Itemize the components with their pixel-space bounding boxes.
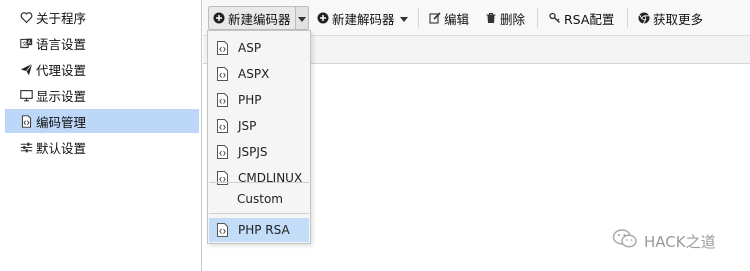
- rsa-config-label: RSA配置: [564, 11, 615, 27]
- sidebar-item-label: 编码管理: [36, 114, 87, 130]
- chrome-icon: [638, 12, 650, 24]
- new-encoder-dropdown-toggle[interactable]: [295, 6, 309, 30]
- delete-label: 删除: [500, 11, 526, 27]
- menu-item-label: ASP: [238, 41, 262, 55]
- sidebar-item-encoding[interactable]: 编码管理: [5, 109, 199, 133]
- language-icon: 文A: [19, 36, 33, 50]
- key-icon: [549, 12, 561, 24]
- file-code-icon: [216, 41, 229, 55]
- edit-icon: [429, 12, 441, 24]
- menu-item-php[interactable]: PHP: [209, 88, 309, 112]
- sidebar-item-defaults[interactable]: 默认设置: [5, 135, 199, 159]
- menu-item-php-rsa[interactable]: PHP RSA: [209, 218, 309, 242]
- sidebar-item-label: 显示设置: [36, 88, 87, 104]
- sidebar-item-language[interactable]: 文A 语言设置: [5, 31, 199, 55]
- menu-item-label: PHP RSA: [238, 223, 290, 237]
- menu-separator: [209, 213, 309, 214]
- caret-down-icon: [298, 11, 306, 25]
- new-decoder-button[interactable]: 新建解码器: [317, 6, 409, 30]
- paper-plane-icon: [19, 62, 33, 76]
- file-code-icon: [216, 145, 229, 159]
- new-decoder-label: 新建解码器: [332, 11, 395, 27]
- new-encoder-label: 新建编码器: [228, 11, 291, 27]
- heart-icon: [19, 10, 33, 24]
- menu-item-label: JSPJS: [238, 145, 268, 159]
- new-encoder-dropdown-menu: ASP ASPX PHP JSP JSPJS CMDLINUX Custom P…: [207, 30, 311, 244]
- sidebar-item-proxy[interactable]: 代理设置: [5, 57, 199, 81]
- edit-label: 编辑: [444, 11, 470, 27]
- toolbar-separator: [537, 8, 538, 28]
- file-code-icon: [19, 114, 33, 128]
- delete-button[interactable]: 删除: [485, 6, 531, 30]
- caret-down-icon: [400, 11, 408, 25]
- menu-item-label: JSP: [238, 119, 257, 133]
- trash-icon: [485, 12, 497, 24]
- toolbar-separator: [418, 8, 419, 28]
- file-code-icon: [216, 119, 229, 133]
- plus-circle-icon: [213, 12, 225, 24]
- new-decoder-dropdown-toggle[interactable]: [397, 6, 411, 30]
- get-more-button[interactable]: 获取更多: [638, 6, 710, 30]
- file-code-icon: [216, 93, 229, 107]
- menu-item-jsp[interactable]: JSP: [209, 114, 309, 138]
- plus-circle-icon: [317, 12, 329, 24]
- sidebar-item-label: 语言设置: [36, 36, 87, 52]
- sidebar-item-label: 代理设置: [36, 62, 87, 78]
- toolbar-separator: [627, 8, 628, 28]
- rsa-config-button[interactable]: RSA配置: [549, 6, 625, 30]
- get-more-label: 获取更多: [653, 11, 704, 27]
- sliders-icon: [19, 140, 33, 154]
- sidebar-item-about[interactable]: 关于程序: [5, 5, 199, 29]
- monitor-icon: [19, 88, 33, 102]
- sidebar-item-display[interactable]: 显示设置: [5, 83, 199, 107]
- menu-item-jspjs[interactable]: JSPJS: [209, 140, 309, 164]
- new-encoder-button[interactable]: 新建编码器: [208, 6, 296, 30]
- file-code-icon: [216, 223, 229, 237]
- menu-item-label: PHP: [238, 93, 262, 107]
- sidebar-item-label: 关于程序: [36, 10, 87, 26]
- sidebar-item-label: 默认设置: [36, 140, 87, 156]
- menu-item-custom[interactable]: Custom: [209, 187, 309, 211]
- menu-item-aspx[interactable]: ASPX: [209, 62, 309, 86]
- menu-item-label: Custom: [237, 192, 283, 206]
- settings-sidebar: 关于程序 文A 语言设置 代理设置 显示设置 编码管理 默认设置: [0, 0, 202, 271]
- file-code-icon: [216, 67, 229, 81]
- wechat-logo-icon: [612, 228, 644, 254]
- menu-item-asp[interactable]: ASP: [209, 36, 309, 60]
- menu-item-label: ASPX: [238, 67, 270, 81]
- watermark-text: HACK之道: [644, 232, 716, 251]
- menu-separator: [209, 182, 309, 183]
- edit-button[interactable]: 编辑: [429, 6, 475, 30]
- watermark: HACK之道: [612, 228, 716, 254]
